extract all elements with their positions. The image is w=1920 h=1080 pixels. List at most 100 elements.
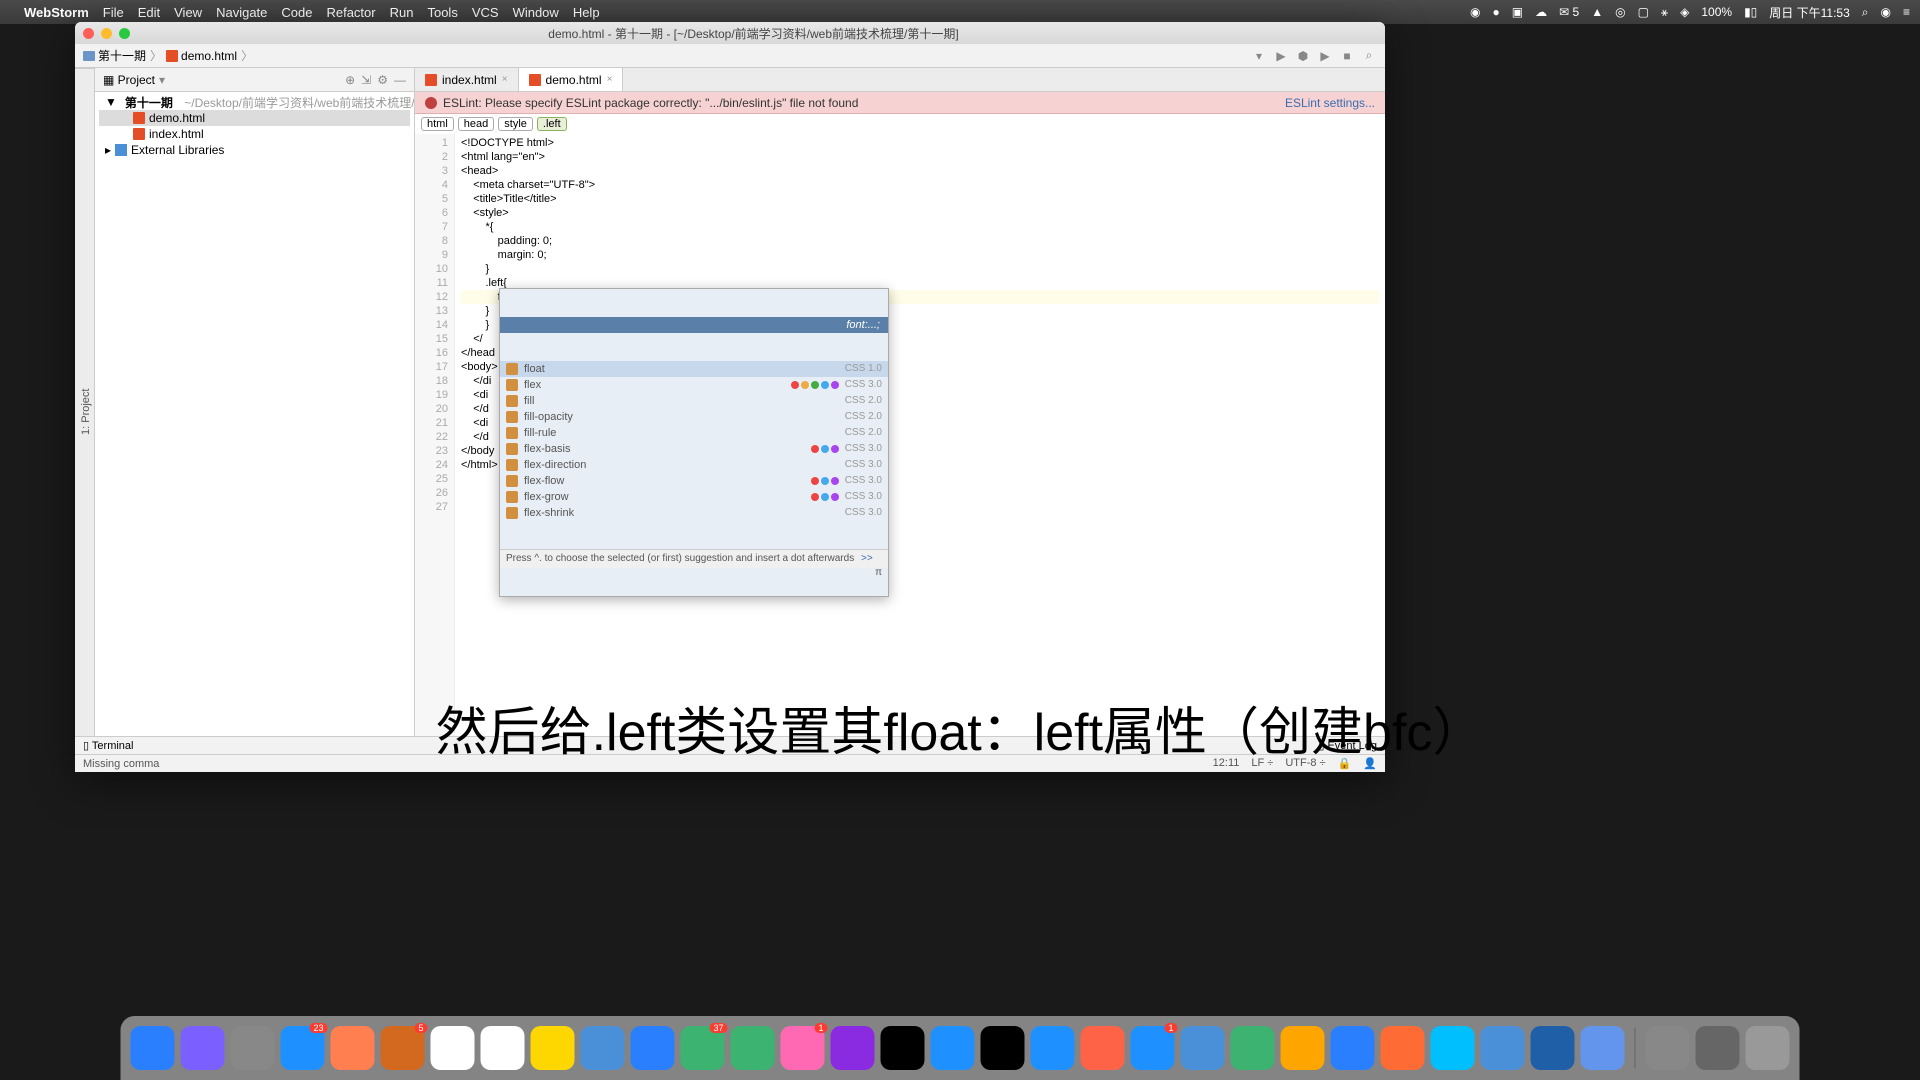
path-head[interactable]: head (458, 117, 494, 131)
dock-app-1[interactable] (181, 1026, 225, 1070)
path-left[interactable]: .left (537, 117, 567, 131)
close-icon[interactable] (83, 28, 94, 39)
ac-item-flex[interactable]: flexCSS 3.0 (500, 377, 888, 393)
dock-app-6[interactable] (431, 1026, 475, 1070)
dock-app-19[interactable] (1081, 1026, 1125, 1070)
tree-root[interactable]: ▼ 第十一期 ~/Desktop/前端学习资料/web前端技术梳理/第十一期 (99, 94, 410, 110)
siri-icon[interactable]: ◉ (1881, 5, 1891, 19)
dock-app-15[interactable] (881, 1026, 925, 1070)
bluetooth-icon[interactable]: ⚹ (1661, 5, 1668, 20)
dock-app-2[interactable] (231, 1026, 275, 1070)
ac-item-flex-shrink[interactable]: flex-shrinkCSS 3.0 (500, 505, 888, 521)
dock-app-16[interactable] (931, 1026, 975, 1070)
wifi-icon[interactable]: ◈ (1680, 5, 1689, 19)
dock-extra-2[interactable] (1746, 1026, 1790, 1070)
app-name[interactable]: WebStorm (24, 5, 89, 20)
dock-extra-0[interactable] (1646, 1026, 1690, 1070)
dock-extra-1[interactable] (1696, 1026, 1740, 1070)
menu-view[interactable]: View (174, 5, 202, 20)
menu-code[interactable]: Code (281, 5, 312, 20)
collapse-icon[interactable]: ⇲ (361, 73, 371, 87)
menu-tools[interactable]: Tools (427, 5, 457, 20)
run-icon[interactable]: ▶ (1273, 48, 1289, 64)
debug-icon[interactable]: ⬢ (1295, 48, 1311, 64)
tree-file-demo[interactable]: demo.html (99, 110, 410, 126)
dock-app-18[interactable] (1031, 1026, 1075, 1070)
chevron-down-icon[interactable]: ▾ (159, 73, 165, 87)
close-icon[interactable]: × (607, 74, 613, 85)
ac-item-float[interactable]: floatCSS 1.0 (500, 361, 888, 377)
dock-app-25[interactable] (1381, 1026, 1425, 1070)
ac-item-fill-opacity[interactable]: fill-opacityCSS 2.0 (500, 409, 888, 425)
dock-app-27[interactable] (1481, 1026, 1525, 1070)
path-html[interactable]: html (421, 117, 454, 131)
tab-demo[interactable]: demo.html× (519, 68, 624, 91)
dock-app-5[interactable]: 5 (381, 1026, 425, 1070)
dock-app-4[interactable] (331, 1026, 375, 1070)
clock[interactable]: 周日 下午11:53 (1769, 4, 1849, 21)
menu-navigate[interactable]: Navigate (216, 5, 267, 20)
dock-app-10[interactable] (631, 1026, 675, 1070)
coverage-icon[interactable]: ▶ (1317, 48, 1333, 64)
code-text[interactable]: <!DOCTYPE html><html lang="en"><head> <m… (455, 134, 1385, 754)
dock-app-8[interactable] (531, 1026, 575, 1070)
dock-app-28[interactable] (1531, 1026, 1575, 1070)
dock-app-29[interactable] (1581, 1026, 1625, 1070)
menu-refactor[interactable]: Refactor (326, 5, 375, 20)
menu-vcs[interactable]: VCS (472, 5, 499, 20)
menu-edit[interactable]: Edit (138, 5, 160, 20)
titlebar[interactable]: demo.html - 第十一期 - [~/Desktop/前端学习资料/web… (75, 22, 1385, 44)
dock-app-13[interactable]: 1 (781, 1026, 825, 1070)
dock-app-21[interactable] (1181, 1026, 1225, 1070)
vpn-icon[interactable]: ▣ (1512, 5, 1523, 19)
bc-project[interactable]: 第十一期 (83, 47, 146, 64)
stop-icon[interactable]: ■ (1339, 48, 1355, 64)
dock-app-3[interactable]: 23 (281, 1026, 325, 1070)
dock-app-11[interactable]: 37 (681, 1026, 725, 1070)
menu-extras-icon[interactable]: ≡ (1903, 5, 1910, 19)
minimize-icon[interactable] (101, 28, 112, 39)
eslint-settings-link[interactable]: ESLint settings... (1285, 96, 1375, 110)
path-style[interactable]: style (498, 117, 533, 131)
tree-file-index[interactable]: index.html (99, 126, 410, 142)
scroll-from-source-icon[interactable]: ⊕ (345, 73, 355, 87)
dock-app-24[interactable] (1331, 1026, 1375, 1070)
dock-app-12[interactable] (731, 1026, 775, 1070)
tool-project[interactable]: 1: Project (78, 68, 94, 754)
battery-icon[interactable]: ▮▯ (1744, 5, 1757, 19)
menu-window[interactable]: Window (513, 5, 559, 20)
app-icon[interactable]: ◎ (1615, 5, 1625, 19)
dock-app-17[interactable] (981, 1026, 1025, 1070)
menu-file[interactable]: File (103, 5, 124, 20)
tool-structure[interactable]: 7: Structure (75, 68, 78, 754)
close-icon[interactable]: × (502, 74, 508, 85)
terminal-tab[interactable]: ▯ Terminal (83, 739, 134, 752)
dock-app-23[interactable] (1281, 1026, 1325, 1070)
dock-app-14[interactable] (831, 1026, 875, 1070)
notify-icon[interactable]: ● (1493, 5, 1500, 19)
ac-item-flex-flow[interactable]: flex-flowCSS 3.0 (500, 473, 888, 489)
bc-file[interactable]: demo.html (166, 49, 237, 63)
ac-more-link[interactable]: >> (861, 553, 873, 564)
dock-app-0[interactable] (131, 1026, 175, 1070)
wechat-icon[interactable]: ✉ 5 (1559, 5, 1579, 19)
ac-item-fill-rule[interactable]: fill-ruleCSS 2.0 (500, 425, 888, 441)
search-icon[interactable]: ⌕ (1361, 48, 1377, 64)
ac-item-flex-direction[interactable]: flex-directionCSS 3.0 (500, 457, 888, 473)
spotlight-icon[interactable]: ⌕ (1862, 5, 1869, 20)
dock-app-26[interactable] (1431, 1026, 1475, 1070)
dock-app-7[interactable] (481, 1026, 525, 1070)
record-icon[interactable]: ◉ (1470, 5, 1480, 19)
airplay-icon[interactable]: ▲ (1591, 5, 1603, 19)
dock-app-22[interactable] (1231, 1026, 1275, 1070)
zoom-icon[interactable] (119, 28, 130, 39)
tree-ext-lib[interactable]: ▸ External Libraries (99, 142, 410, 158)
dock-app-9[interactable] (581, 1026, 625, 1070)
gear-icon[interactable]: ⚙ (377, 73, 388, 87)
dock-app-20[interactable]: 1 (1131, 1026, 1175, 1070)
macos-dock[interactable]: 23 5 37 1 1 (121, 1016, 1800, 1080)
autocomplete-popup[interactable]: font:...; floatCSS 1.0flexCSS 3.0fillCSS… (499, 288, 889, 597)
tab-index[interactable]: index.html× (415, 68, 519, 91)
run-config-dropdown[interactable]: ▾ (1251, 48, 1267, 64)
hide-icon[interactable]: — (394, 73, 406, 87)
